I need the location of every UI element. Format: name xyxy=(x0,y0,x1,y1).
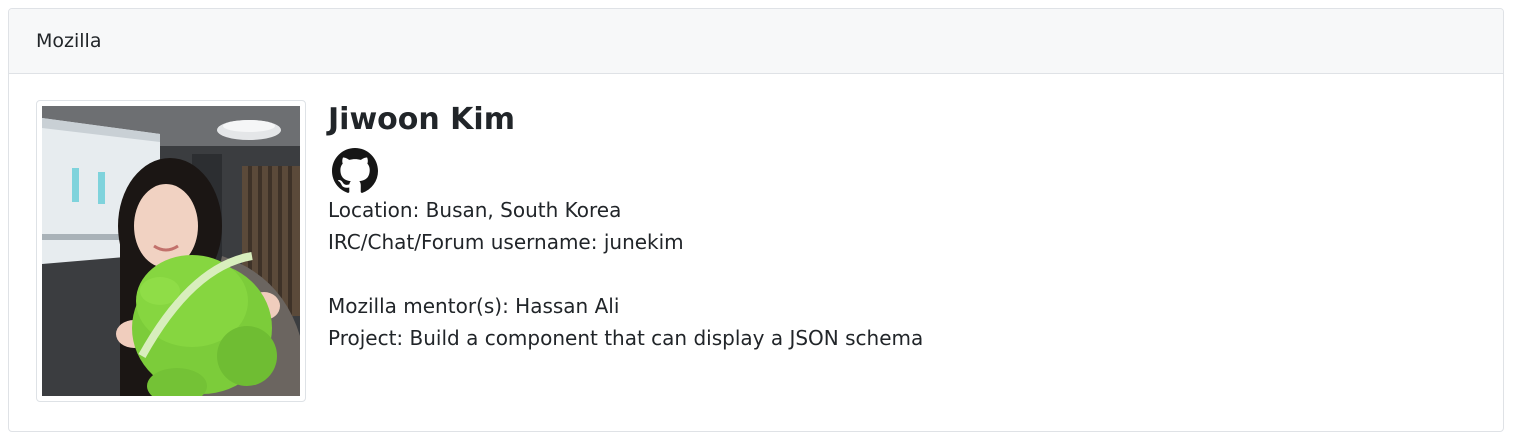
line-spacer xyxy=(328,258,1483,290)
github-link[interactable] xyxy=(332,148,378,194)
organization-title: Mozilla xyxy=(36,30,102,52)
person-name: Jiwoon Kim xyxy=(328,102,515,137)
mentor-text: Mozilla mentor(s): Hassan Ali xyxy=(328,294,620,318)
profile-photo xyxy=(42,106,300,396)
github-icon xyxy=(332,148,378,193)
username-text: IRC/Chat/Forum username: junekim xyxy=(328,230,684,254)
intern-card: Mozilla Jiwoon Kim Location: Busan, Sout… xyxy=(8,8,1504,432)
card-body: Jiwoon Kim Location: Busan, South Korea … xyxy=(9,74,1503,431)
card-header: Mozilla xyxy=(9,9,1503,74)
location-text: Location: Busan, South Korea xyxy=(328,198,622,222)
profile-info: Jiwoon Kim Location: Busan, South Korea … xyxy=(328,100,1483,354)
profile-photo-frame xyxy=(36,100,306,402)
project-text: Project: Build a component that can disp… xyxy=(328,326,924,350)
